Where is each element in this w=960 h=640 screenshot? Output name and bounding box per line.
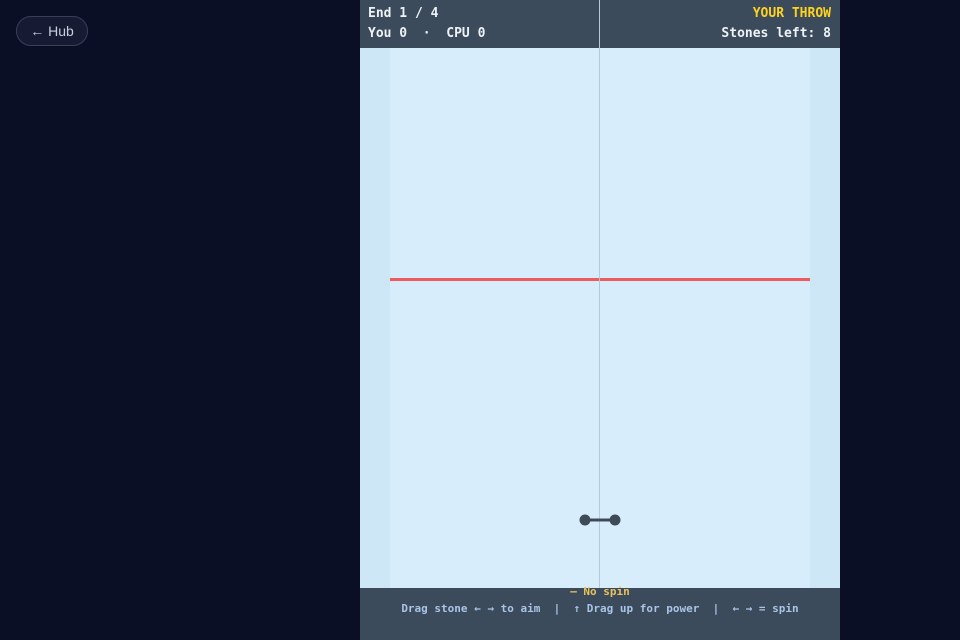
stone-left-knob <box>579 514 591 526</box>
curling-game[interactable]: End 1 / 4 You 0 · CPU 0 YOUR THROW Stone… <box>360 0 840 640</box>
curling-sheet <box>360 48 840 588</box>
center-line <box>599 0 600 592</box>
turn-indicator: YOUR THROW <box>752 6 831 21</box>
controls-footer: — No spin Drag stone ← → to aim | ↑ Drag… <box>360 585 840 640</box>
curling-stone[interactable] <box>579 512 621 528</box>
control-instructions: Drag stone ← → to aim | ↑ Drag up for po… <box>401 602 799 615</box>
stone-right-knob <box>609 514 621 526</box>
end-counter: End 1 / 4 <box>368 6 439 21</box>
ice-lane <box>390 48 810 588</box>
hub-back-button[interactable]: ← Hub <box>16 16 88 46</box>
stones-left-counter: Stones left: 8 <box>721 26 831 41</box>
spin-indicator: — No spin <box>570 585 630 598</box>
scoreboard-hud: End 1 / 4 You 0 · CPU 0 YOUR THROW Stone… <box>360 0 840 48</box>
score-display: You 0 · CPU 0 <box>368 26 486 41</box>
hog-line <box>390 278 810 281</box>
